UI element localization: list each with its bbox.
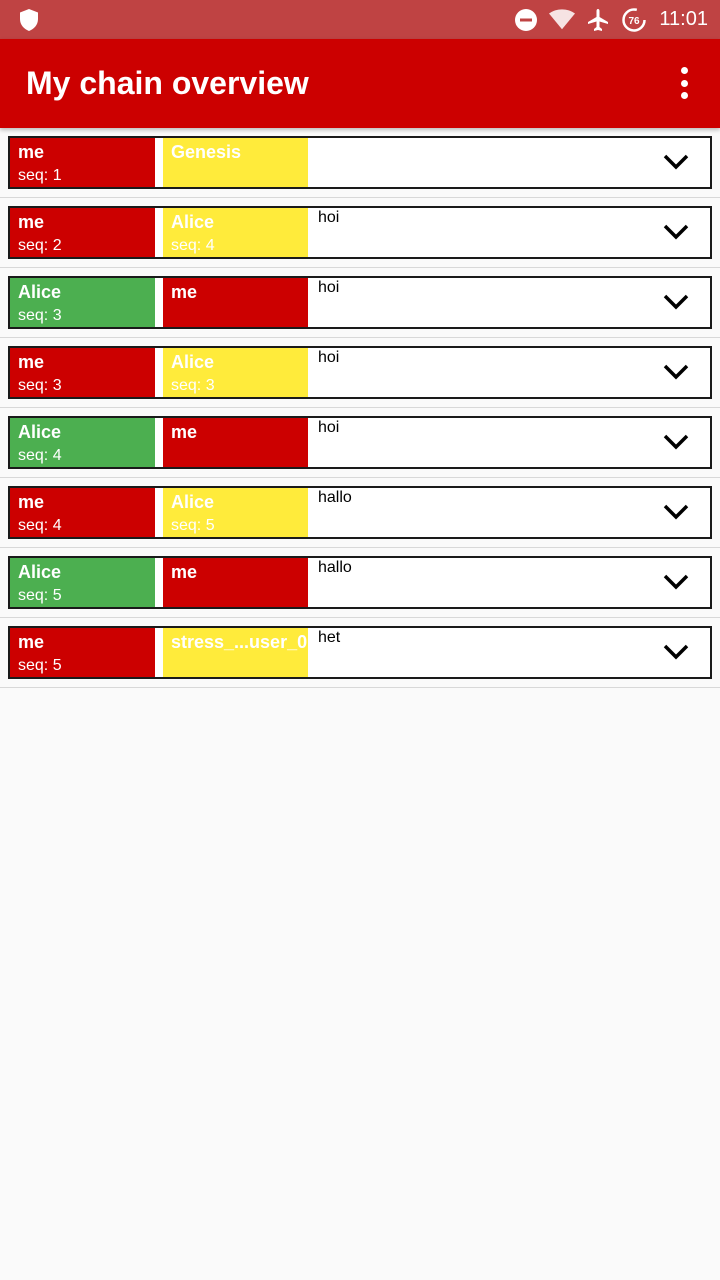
svg-text:76: 76 bbox=[629, 16, 641, 27]
to-name: Alice bbox=[171, 492, 215, 512]
chevron-down-icon[interactable] bbox=[662, 642, 690, 662]
do-not-disturb-icon bbox=[513, 7, 539, 33]
list-item: Alice seq: 3 me hoi bbox=[0, 268, 720, 338]
to-block: Genesis bbox=[163, 138, 308, 187]
chevron-down-icon[interactable] bbox=[662, 292, 690, 312]
from-seq: seq: 4 bbox=[18, 517, 62, 534]
from-name: Alice bbox=[18, 422, 62, 442]
chevron-down-icon[interactable] bbox=[662, 152, 690, 172]
block-card[interactable]: me seq: 5 stress_...user_0 het bbox=[8, 626, 712, 679]
to-block: me bbox=[163, 558, 308, 607]
block-card[interactable]: Alice seq: 3 me hoi bbox=[8, 276, 712, 329]
block-card[interactable]: me seq: 3 Alice seq: 3 hoi bbox=[8, 346, 712, 399]
to-seq: seq: 4 bbox=[171, 237, 215, 254]
from-name: me bbox=[18, 632, 45, 652]
from-block: me seq: 2 bbox=[10, 208, 155, 257]
chevron-down-icon[interactable] bbox=[662, 362, 690, 382]
block-card[interactable]: Alice seq: 4 me hoi bbox=[8, 416, 712, 469]
list-item: me seq: 2 Alice seq: 4 hoi bbox=[0, 198, 720, 268]
to-block: me bbox=[163, 278, 308, 327]
from-block: me seq: 3 bbox=[10, 348, 155, 397]
clock: 11:01 bbox=[659, 8, 708, 30]
from-seq: seq: 1 bbox=[18, 167, 62, 184]
to-name: stress_...user_0 bbox=[171, 632, 308, 652]
page-title: My chain overview bbox=[26, 65, 309, 101]
from-name: me bbox=[18, 142, 45, 162]
message-text: het bbox=[318, 629, 341, 646]
block-card[interactable]: Alice seq: 5 me hallo bbox=[8, 556, 712, 609]
block-card[interactable]: me seq: 2 Alice seq: 4 hoi bbox=[8, 206, 712, 259]
message-text: hallo bbox=[318, 559, 352, 576]
list-item: me seq: 3 Alice seq: 3 hoi bbox=[0, 338, 720, 408]
to-seq: seq: 3 bbox=[171, 377, 215, 394]
to-name: me bbox=[171, 562, 198, 582]
wifi-icon bbox=[549, 7, 576, 33]
from-block: Alice seq: 4 bbox=[10, 418, 155, 467]
to-block: me bbox=[163, 418, 308, 467]
block-card[interactable]: me seq: 1 Genesis bbox=[8, 136, 712, 189]
list-item: me seq: 5 stress_...user_0 het bbox=[0, 618, 720, 688]
to-name: me bbox=[171, 282, 198, 302]
battery-saver-icon: 76 bbox=[621, 7, 647, 33]
from-block: me seq: 5 bbox=[10, 628, 155, 677]
from-name: me bbox=[18, 352, 45, 372]
list-item: Alice seq: 4 me hoi bbox=[0, 408, 720, 478]
shield-icon bbox=[20, 9, 38, 31]
to-block: stress_...user_0 bbox=[163, 628, 308, 677]
message-text: hoi bbox=[318, 209, 340, 226]
message-text: hoi bbox=[318, 419, 340, 436]
from-seq: seq: 2 bbox=[18, 237, 62, 254]
chevron-down-icon[interactable] bbox=[662, 222, 690, 242]
message-text: hoi bbox=[318, 279, 340, 296]
from-seq: seq: 3 bbox=[18, 377, 62, 394]
from-seq: seq: 5 bbox=[18, 657, 62, 674]
from-name: me bbox=[18, 212, 45, 232]
block-list: me seq: 1 Genesis me seq: 2 Alice seq: 4… bbox=[0, 128, 720, 688]
to-name: Genesis bbox=[171, 142, 242, 162]
to-block: Alice seq: 5 bbox=[163, 488, 308, 537]
from-block: me seq: 4 bbox=[10, 488, 155, 537]
to-block: Alice seq: 3 bbox=[163, 348, 308, 397]
airplane-mode-icon bbox=[585, 7, 611, 33]
from-seq: seq: 4 bbox=[18, 447, 62, 464]
list-item: me seq: 4 Alice seq: 5 hallo bbox=[0, 478, 720, 548]
from-name: me bbox=[18, 492, 45, 512]
list-item: Alice seq: 5 me hallo bbox=[0, 548, 720, 618]
message-text: hoi bbox=[318, 349, 340, 366]
list-item: me seq: 1 Genesis bbox=[0, 128, 720, 198]
from-block: Alice seq: 3 bbox=[10, 278, 155, 327]
chevron-down-icon[interactable] bbox=[662, 502, 690, 522]
from-name: Alice bbox=[18, 282, 62, 302]
from-name: Alice bbox=[18, 562, 62, 582]
to-seq: seq: 5 bbox=[171, 517, 215, 534]
to-name: Alice bbox=[171, 352, 215, 372]
chevron-down-icon[interactable] bbox=[662, 572, 690, 592]
status-bar: 76 11:01 bbox=[0, 0, 720, 39]
message-text: hallo bbox=[318, 489, 352, 506]
from-seq: seq: 5 bbox=[18, 587, 62, 604]
block-card[interactable]: me seq: 4 Alice seq: 5 hallo bbox=[8, 486, 712, 539]
chevron-down-icon[interactable] bbox=[662, 432, 690, 452]
to-name: me bbox=[171, 422, 198, 442]
from-seq: seq: 3 bbox=[18, 307, 62, 324]
more-vert-icon[interactable] bbox=[670, 67, 698, 99]
to-block: Alice seq: 4 bbox=[163, 208, 308, 257]
app-bar: My chain overview bbox=[0, 39, 720, 128]
from-block: me seq: 1 bbox=[10, 138, 155, 187]
from-block: Alice seq: 5 bbox=[10, 558, 155, 607]
to-name: Alice bbox=[171, 212, 215, 232]
